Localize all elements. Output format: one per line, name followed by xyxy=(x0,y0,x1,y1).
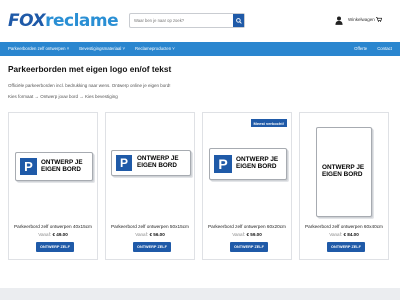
ontwerp-zelf-button[interactable]: ONTWERP ZELF xyxy=(230,242,268,252)
sign-image: P ONTWERP JE EIGEN BORD xyxy=(111,150,191,176)
product-price: Vanaf: € 49.00 xyxy=(9,232,97,237)
nav-item-bevestigingsmateriaal[interactable]: Bevestigingsmateriaal ˅ xyxy=(74,42,130,56)
nav-right: Offerte Contact xyxy=(346,42,400,56)
product-name[interactable]: Parkeerbord zelf ontwerpen 60x40cm xyxy=(300,224,388,229)
ontwerp-zelf-button[interactable]: ONTWERP ZELF xyxy=(36,242,74,252)
product-name[interactable]: Parkeerbord zelf ontwerpen 60x20cm xyxy=(203,224,291,229)
price-prefix: Vanaf: xyxy=(38,232,52,237)
price-prefix: Vanaf: xyxy=(232,232,246,237)
price-prefix: Vanaf: xyxy=(135,232,149,237)
ontwerp-zelf-button[interactable]: ONTWERP ZELF xyxy=(133,242,171,252)
product-price: Vanaf: € 84.00 xyxy=(300,232,388,237)
order-steps: Kies formaat → Ontwerp jouw bord → Kies … xyxy=(8,94,118,99)
sign-text: ONTWERP JE EIGEN BORD xyxy=(322,164,365,178)
product-price: Vanaf: € 59.00 xyxy=(203,232,291,237)
cart-label: Winkelwagen xyxy=(348,17,375,22)
page-title: Parkeerborden met eigen logo en/of tekst xyxy=(8,64,172,74)
search-icon xyxy=(235,17,242,24)
product-card[interactable]: P ONTWERP JE EIGEN BORD Parkeerbord zelf… xyxy=(105,112,195,260)
logo-reclame-text: reclame xyxy=(45,11,119,31)
cart-icon xyxy=(376,17,383,22)
main-content: Parkeerborden met eigen logo en/of tekst… xyxy=(0,56,400,300)
nav-item-reclameproducten[interactable]: Reclameproducten ˅ xyxy=(130,42,180,56)
sign-text: ONTWERP JE EIGEN BORD xyxy=(236,156,279,170)
ontwerp-zelf-button[interactable]: ONTWERP ZELF xyxy=(327,242,365,252)
price-value: € 59.00 xyxy=(246,232,262,237)
page-description: Officiële parkeerborden incl. bedrukking… xyxy=(8,83,171,88)
user-icon[interactable] xyxy=(335,16,343,25)
nav-item-offerte[interactable]: Offerte xyxy=(346,42,372,56)
product-card[interactable]: P ONTWERP JE EIGEN BORD Parkeerbord zelf… xyxy=(8,112,98,260)
price-value: € 84.00 xyxy=(343,232,359,237)
nav-item-parkeerborden[interactable]: Parkeerborden zelf ontwerpen ˅ xyxy=(0,42,74,56)
product-card[interactable]: Meest verkocht! P ONTWERP JE EIGEN BORD … xyxy=(202,112,292,260)
main-nav: Parkeerborden zelf ontwerpen ˅ Bevestigi… xyxy=(0,42,400,56)
search-button[interactable] xyxy=(233,14,244,27)
product-card[interactable]: ONTWERP JE EIGEN BORD Parkeerbord zelf o… xyxy=(299,112,389,260)
product-price: Vanaf: € 56.00 xyxy=(106,232,194,237)
site-header: FOXreclame Winkelwagen xyxy=(0,0,400,42)
site-logo[interactable]: FOXreclame xyxy=(8,11,119,31)
logo-fox-text: FOX xyxy=(8,11,46,31)
sign-image: ONTWERP JE EIGEN BORD xyxy=(316,127,372,217)
nav-item-contact[interactable]: Contact xyxy=(372,42,397,56)
parking-p-icon: P xyxy=(116,155,132,171)
price-prefix: Vanaf: xyxy=(329,232,343,237)
sign-image: P ONTWERP JE EIGEN BORD xyxy=(209,148,287,180)
search-input[interactable] xyxy=(130,14,233,27)
cart-link[interactable]: Winkelwagen xyxy=(348,17,383,22)
sign-text: ONTWERP JE EIGEN BORD xyxy=(137,155,179,169)
product-name[interactable]: Parkeerbord zelf ontwerpen 50x15cm xyxy=(106,224,194,229)
price-value: € 49.00 xyxy=(52,232,68,237)
bestseller-badge: Meest verkocht! xyxy=(250,119,287,127)
price-value: € 56.00 xyxy=(149,232,165,237)
sign-image: P ONTWERP JE EIGEN BORD xyxy=(15,152,93,181)
product-name[interactable]: Parkeerbord zelf ontwerpen 40x15cm xyxy=(9,224,97,229)
search-bar xyxy=(129,13,245,28)
footer-band xyxy=(0,288,400,300)
parking-p-icon: P xyxy=(20,158,37,175)
parking-p-icon: P xyxy=(214,155,232,173)
sign-text: ONTWERP JE EIGEN BORD xyxy=(41,158,83,173)
